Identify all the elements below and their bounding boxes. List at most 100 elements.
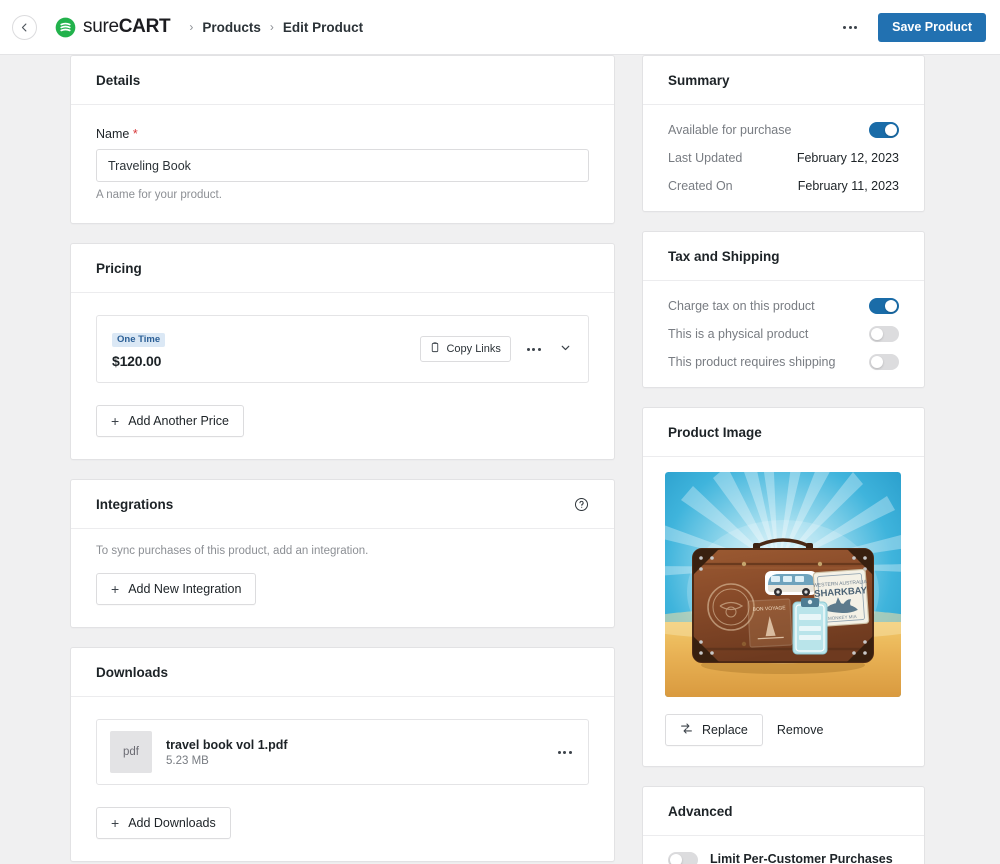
add-new-integration-button[interactable]: + Add New Integration [96,573,257,605]
plus-icon: + [111,581,120,597]
name-field-label: Name * [96,127,589,141]
last-updated-value: February 12, 2023 [796,151,899,165]
question-circle-icon[interactable] [574,497,589,512]
voyage-sticker: BON VOYAGE [747,598,793,648]
toggle-knob [871,356,883,368]
brand-text-bold: CART [118,16,171,37]
plus-icon: + [111,815,120,831]
add-another-price-button[interactable]: + Add Another Price [96,405,244,437]
price-expand-button[interactable] [557,339,574,359]
physical-product-label: This is a physical product [668,327,809,341]
available-for-purchase-toggle[interactable] [869,122,899,138]
download-more-button[interactable] [555,749,575,756]
created-on-label: Created On [668,179,733,193]
summary-row-created-on: Created On February 11, 2023 [668,177,899,195]
breadcrumb-current: Edit Product [282,19,364,35]
download-file-size: 5.23 MB [166,754,209,767]
integrations-description: To sync purchases of this product, add a… [96,545,369,557]
integrations-card-header: Integrations [71,480,614,529]
ellipsis-icon [853,25,857,29]
price-more-button[interactable] [524,346,544,353]
add-another-price-label: Add Another Price [128,414,229,428]
plus-icon: + [111,413,120,429]
price-row[interactable]: One Time $120.00 Copy Links [96,315,589,383]
more-options-button[interactable] [836,24,864,31]
last-updated-label: Last Updated [668,151,743,165]
integrations-card-footer: + Add New Integration [71,573,614,627]
product-image-card-header: Product Image [643,408,924,457]
toggle-knob [871,328,883,340]
integrations-card: Integrations To sync purchases of this p… [70,479,615,628]
replace-image-button[interactable]: Replace [665,714,763,746]
save-product-button[interactable]: Save Product [878,12,986,42]
requires-shipping-toggle[interactable] [869,354,899,370]
ellipsis-icon [532,347,536,351]
advanced-card-body: Limit Per-Customer Purchases Limit the n… [643,836,924,864]
summary-card-header: Summary [643,56,924,105]
charge-tax-toggle[interactable] [869,298,899,314]
pricing-card-header: Pricing [71,244,614,293]
summary-row-last-updated: Last Updated February 12, 2023 [668,149,899,167]
download-file-name: travel book vol 1.pdf [166,737,288,752]
breadcrumb-products-link[interactable]: Products [202,20,261,35]
pdf-file-icon: pdf [110,731,152,773]
required-asterisk: * [132,127,138,141]
advanced-card-header: Advanced [643,787,924,836]
van-sticker [765,571,817,596]
tax-shipping-card: Tax and Shipping Charge tax on this prod… [642,231,925,388]
name-help-text: A name for your product. [96,189,222,201]
created-on-value: February 11, 2023 [797,179,899,193]
ellipsis-icon [843,25,847,29]
download-row[interactable]: pdf travel book vol 1.pdf 5.23 MB [96,719,589,785]
summary-card: Summary Available for purchase Last Upda… [642,55,925,212]
price-amount: $120.00 [112,353,162,369]
arrow-left-icon [19,22,30,33]
details-card-header: Details [71,56,614,105]
advanced-title: Advanced [668,804,733,819]
download-file-info: travel book vol 1.pdf 5.23 MB [166,738,288,767]
brand-wordmark: sure CART [83,16,171,38]
tax-shipping-card-header: Tax and Shipping [643,232,924,281]
physical-product-toggle[interactable] [869,326,899,342]
tax-shipping-row-requires-shipping: This product requires shipping [668,353,899,371]
product-name-input[interactable] [96,149,589,182]
remove-image-button[interactable]: Remove [777,723,824,737]
available-for-purchase-label: Available for purchase [668,123,792,137]
breadcrumb-separator-1: › [189,20,194,34]
downloads-title: Downloads [96,665,169,680]
details-title: Details [96,73,141,88]
copy-links-button[interactable]: Copy Links [420,336,511,362]
top-bar: sure CART › Products › Edit Product Save … [0,0,1000,55]
limit-purchases-toggle[interactable] [668,852,698,864]
add-downloads-button[interactable]: + Add Downloads [96,807,231,839]
product-image-card: Product Image WESTERN AUSTRALIA SHARKBAY… [642,407,925,767]
brand-text-light: sure [83,16,119,37]
tax-shipping-card-body: Charge tax on this product This is a phy… [643,281,924,387]
side-column: Summary Available for purchase Last Upda… [642,55,925,864]
name-label-text: Name [96,127,130,141]
product-image-wrapper: WESTERN AUSTRALIA SHARKBAY MONKEY MIA BO… [643,457,924,697]
tax-shipping-row-charge-tax: Charge tax on this product [668,297,899,315]
add-new-integration-label: Add New Integration [128,582,242,596]
tax-shipping-list: Charge tax on this product This is a phy… [668,297,899,371]
pricing-card: Pricing One Time $120.00 Copy Links + Ad… [70,243,615,460]
details-card: Details Name * A name for your product. [70,55,615,224]
requires-shipping-label: This product requires shipping [668,355,836,369]
summary-card-body: Available for purchase Last Updated Febr… [643,105,924,211]
price-type-badge: One Time [112,332,166,347]
pricing-card-footer: + Add Another Price [71,405,614,459]
price-info: One Time $120.00 [112,329,166,369]
downloads-card-header: Downloads [71,648,614,697]
charge-tax-label: Charge tax on this product [668,299,815,313]
breadcrumb: › Products › Edit Product [180,20,363,35]
downloads-card-body: pdf travel book vol 1.pdf 5.23 MB [71,697,614,807]
brand-logo[interactable]: sure CART [55,16,171,38]
tax-shipping-row-physical: This is a physical product [668,325,899,343]
summary-title: Summary [668,73,730,88]
details-card-body: Name * A name for your product. [71,105,614,223]
ellipsis-icon [568,750,572,754]
ellipsis-icon [527,347,531,351]
back-button[interactable] [12,14,37,40]
summary-row-available: Available for purchase [668,121,899,139]
pricing-title: Pricing [96,261,142,276]
